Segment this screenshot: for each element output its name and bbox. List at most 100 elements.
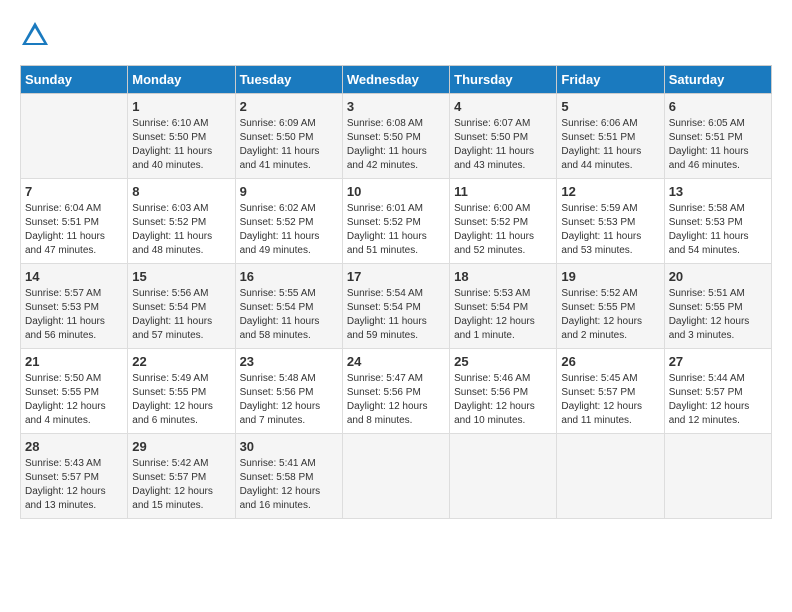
day-number: 15	[132, 269, 230, 284]
calendar-table: SundayMondayTuesdayWednesdayThursdayFrid…	[20, 65, 772, 519]
day-number: 29	[132, 439, 230, 454]
calendar-cell: 28 Sunrise: 5:43 AM Sunset: 5:57 PM Dayli…	[21, 434, 128, 519]
day-number: 28	[25, 439, 123, 454]
day-number: 23	[240, 354, 338, 369]
day-info: Sunrise: 6:05 AM Sunset: 5:51 PM Dayligh…	[669, 117, 767, 173]
day-header-tuesday: Tuesday	[235, 66, 342, 94]
day-info: Sunrise: 5:55 AM Sunset: 5:54 PM Dayligh…	[240, 287, 338, 343]
day-number: 22	[132, 354, 230, 369]
day-info: Sunrise: 6:09 AM Sunset: 5:50 PM Dayligh…	[240, 117, 338, 173]
calendar-cell: 4Sunrise: 6:07 AM Sunset: 5:50 PM Daylig…	[450, 94, 557, 179]
day-number: 27	[669, 354, 767, 369]
calendar-cell: 10 Sunrise: 6:01 AM Sunset: 5:52 PM Dayli…	[342, 179, 449, 264]
day-info: Sunrise: 5:42 AM Sunset: 5:57 PM Dayligh…	[132, 457, 230, 513]
calendar-week-2: 7Sunrise: 6:04 AM Sunset: 5:51 PM Daylig…	[21, 179, 772, 264]
day-number: 1	[132, 99, 230, 114]
day-header-friday: Friday	[557, 66, 664, 94]
day-number: 30	[240, 439, 338, 454]
day-number: 11	[454, 184, 552, 199]
calendar-header: SundayMondayTuesdayWednesdayThursdayFrid…	[21, 66, 772, 94]
day-info: Sunrise: 5:51 AM Sunset: 5:55 PM Dayligh…	[669, 287, 767, 343]
day-number: 6	[669, 99, 767, 114]
calendar-cell: 6 Sunrise: 6:05 AM Sunset: 5:51 PM Daylig…	[664, 94, 771, 179]
day-number: 9	[240, 184, 338, 199]
day-info: Sunrise: 5:50 AM Sunset: 5:55 PM Dayligh…	[25, 372, 123, 428]
calendar-week-5: 28 Sunrise: 5:43 AM Sunset: 5:57 PM Dayli…	[21, 434, 772, 519]
calendar-cell: 29 Sunrise: 5:42 AM Sunset: 5:57 PM Dayli…	[128, 434, 235, 519]
day-info: Sunrise: 5:44 AM Sunset: 5:57 PM Dayligh…	[669, 372, 767, 428]
page-header	[20, 20, 772, 55]
calendar-cell: 26Sunrise: 5:45 AM Sunset: 5:57 PM Dayli…	[557, 349, 664, 434]
calendar-cell: 30 Sunrise: 5:41 AM Sunset: 5:58 PM Dayli…	[235, 434, 342, 519]
day-number: 7	[25, 184, 123, 199]
day-number: 13	[669, 184, 767, 199]
day-number: 24	[347, 354, 445, 369]
calendar-cell: 19Sunrise: 5:52 AM Sunset: 5:55 PM Dayli…	[557, 264, 664, 349]
calendar-cell: 3 Sunrise: 6:08 AM Sunset: 5:50 PM Daylig…	[342, 94, 449, 179]
calendar-cell	[342, 434, 449, 519]
day-header-wednesday: Wednesday	[342, 66, 449, 94]
day-number: 3	[347, 99, 445, 114]
day-info: Sunrise: 6:06 AM Sunset: 5:51 PM Dayligh…	[561, 117, 659, 173]
day-number: 14	[25, 269, 123, 284]
day-info: Sunrise: 5:48 AM Sunset: 5:56 PM Dayligh…	[240, 372, 338, 428]
day-info: Sunrise: 5:45 AM Sunset: 5:57 PM Dayligh…	[561, 372, 659, 428]
calendar-cell: 9 Sunrise: 6:02 AM Sunset: 5:52 PM Daylig…	[235, 179, 342, 264]
calendar-cell: 2 Sunrise: 6:09 AM Sunset: 5:50 PM Daylig…	[235, 94, 342, 179]
day-number: 18	[454, 269, 552, 284]
day-info: Sunrise: 5:59 AM Sunset: 5:53 PM Dayligh…	[561, 202, 659, 258]
calendar-cell: 14 Sunrise: 5:57 AM Sunset: 5:53 PM Dayli…	[21, 264, 128, 349]
day-info: Sunrise: 5:47 AM Sunset: 5:56 PM Dayligh…	[347, 372, 445, 428]
day-info: Sunrise: 5:41 AM Sunset: 5:58 PM Dayligh…	[240, 457, 338, 513]
day-number: 17	[347, 269, 445, 284]
day-number: 5	[561, 99, 659, 114]
calendar-week-3: 14 Sunrise: 5:57 AM Sunset: 5:53 PM Dayli…	[21, 264, 772, 349]
calendar-cell: 8Sunrise: 6:03 AM Sunset: 5:52 PM Daylig…	[128, 179, 235, 264]
day-number: 21	[25, 354, 123, 369]
day-header-monday: Monday	[128, 66, 235, 94]
day-number: 4	[454, 99, 552, 114]
calendar-cell: 5 Sunrise: 6:06 AM Sunset: 5:51 PM Daylig…	[557, 94, 664, 179]
calendar-cell: 1 Sunrise: 6:10 AM Sunset: 5:50 PM Daylig…	[128, 94, 235, 179]
calendar-cell: 17 Sunrise: 5:54 AM Sunset: 5:54 PM Dayli…	[342, 264, 449, 349]
day-info: Sunrise: 5:53 AM Sunset: 5:54 PM Dayligh…	[454, 287, 552, 343]
calendar-cell: 20 Sunrise: 5:51 AM Sunset: 5:55 PM Dayli…	[664, 264, 771, 349]
day-info: Sunrise: 5:46 AM Sunset: 5:56 PM Dayligh…	[454, 372, 552, 428]
logo-icon	[20, 20, 50, 50]
calendar-cell: 18 Sunrise: 5:53 AM Sunset: 5:54 PM Dayli…	[450, 264, 557, 349]
calendar-cell: 21 Sunrise: 5:50 AM Sunset: 5:55 PM Dayli…	[21, 349, 128, 434]
calendar-cell	[557, 434, 664, 519]
day-info: Sunrise: 5:54 AM Sunset: 5:54 PM Dayligh…	[347, 287, 445, 343]
day-info: Sunrise: 6:00 AM Sunset: 5:52 PM Dayligh…	[454, 202, 552, 258]
day-info: Sunrise: 5:52 AM Sunset: 5:55 PM Dayligh…	[561, 287, 659, 343]
calendar-cell: 13Sunrise: 5:58 AM Sunset: 5:53 PM Dayli…	[664, 179, 771, 264]
day-info: Sunrise: 5:57 AM Sunset: 5:53 PM Dayligh…	[25, 287, 123, 343]
day-info: Sunrise: 6:03 AM Sunset: 5:52 PM Dayligh…	[132, 202, 230, 258]
calendar-week-4: 21 Sunrise: 5:50 AM Sunset: 5:55 PM Dayli…	[21, 349, 772, 434]
day-info: Sunrise: 6:02 AM Sunset: 5:52 PM Dayligh…	[240, 202, 338, 258]
calendar-body: 1 Sunrise: 6:10 AM Sunset: 5:50 PM Daylig…	[21, 94, 772, 519]
calendar-cell: 25Sunrise: 5:46 AM Sunset: 5:56 PM Dayli…	[450, 349, 557, 434]
calendar-cell	[450, 434, 557, 519]
day-info: Sunrise: 6:01 AM Sunset: 5:52 PM Dayligh…	[347, 202, 445, 258]
day-number: 2	[240, 99, 338, 114]
day-info: Sunrise: 5:43 AM Sunset: 5:57 PM Dayligh…	[25, 457, 123, 513]
calendar-cell	[664, 434, 771, 519]
day-number: 20	[669, 269, 767, 284]
calendar-cell: 22Sunrise: 5:49 AM Sunset: 5:55 PM Dayli…	[128, 349, 235, 434]
calendar-cell: 16 Sunrise: 5:55 AM Sunset: 5:54 PM Dayli…	[235, 264, 342, 349]
day-info: Sunrise: 6:10 AM Sunset: 5:50 PM Dayligh…	[132, 117, 230, 173]
day-info: Sunrise: 5:56 AM Sunset: 5:54 PM Dayligh…	[132, 287, 230, 343]
calendar-cell: 12 Sunrise: 5:59 AM Sunset: 5:53 PM Dayli…	[557, 179, 664, 264]
day-header-thursday: Thursday	[450, 66, 557, 94]
calendar-cell: 24 Sunrise: 5:47 AM Sunset: 5:56 PM Dayli…	[342, 349, 449, 434]
calendar-cell: 11 Sunrise: 6:00 AM Sunset: 5:52 PM Dayli…	[450, 179, 557, 264]
day-number: 10	[347, 184, 445, 199]
calendar-cell: 7Sunrise: 6:04 AM Sunset: 5:51 PM Daylig…	[21, 179, 128, 264]
day-number: 16	[240, 269, 338, 284]
logo	[20, 20, 50, 55]
calendar-week-1: 1 Sunrise: 6:10 AM Sunset: 5:50 PM Daylig…	[21, 94, 772, 179]
calendar-cell	[21, 94, 128, 179]
day-info: Sunrise: 6:08 AM Sunset: 5:50 PM Dayligh…	[347, 117, 445, 173]
day-number: 12	[561, 184, 659, 199]
